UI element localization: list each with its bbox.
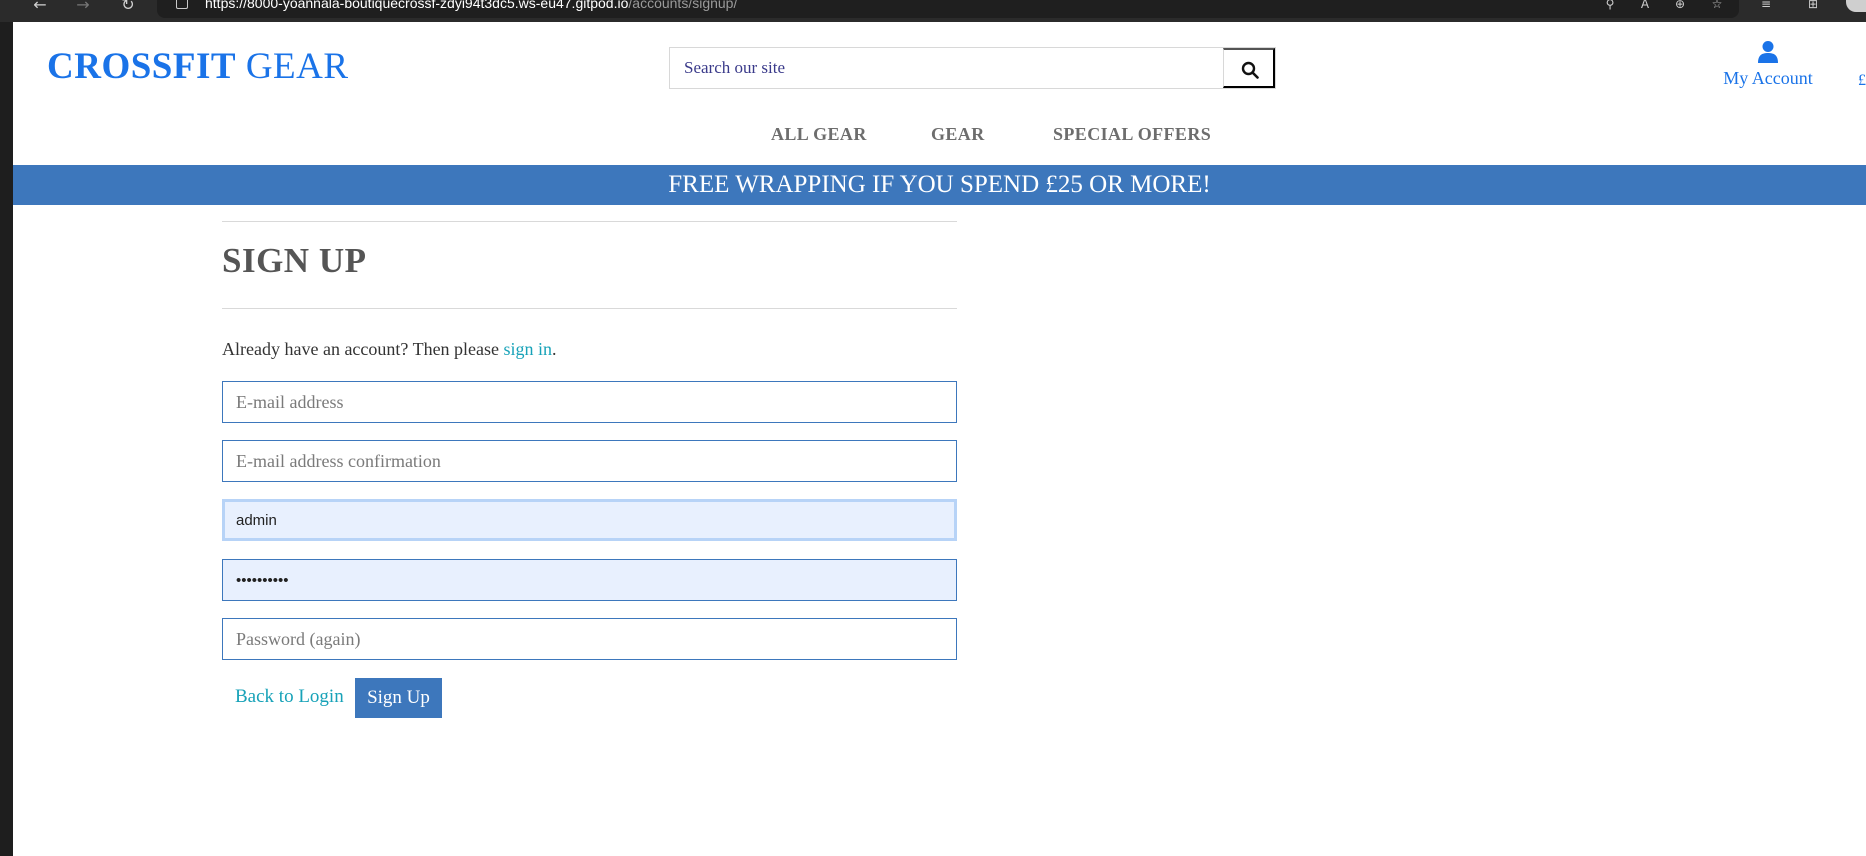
signin-prompt: Already have an account? Then please sig… <box>222 339 557 360</box>
promo-banner: FREE WRAPPING IF YOU SPEND £25 OR MORE! <box>13 165 1866 205</box>
url-path: /accounts/signup/ <box>628 0 738 11</box>
search-form <box>669 47 1276 89</box>
zoom-icon[interactable]: ⊕ <box>1672 0 1688 10</box>
search-button[interactable] <box>1223 48 1275 88</box>
email-confirmation-field[interactable] <box>222 440 957 482</box>
bag-total[interactable]: £ <box>1858 72 1866 90</box>
collections-icon[interactable]: ⊞ <box>1805 0 1821 10</box>
back-to-login-link[interactable]: Back to Login <box>235 686 344 708</box>
brand-bold: CROSSFIT <box>47 46 237 87</box>
username-field[interactable] <box>222 499 957 541</box>
nav-special-offers[interactable]: SPECIAL OFFERS <box>1053 124 1211 145</box>
sign-up-button[interactable]: Sign Up <box>355 678 442 718</box>
my-account-label: My Account <box>1723 68 1813 88</box>
key-icon[interactable]: ⚲ <box>1602 0 1618 10</box>
brand-light: GEAR <box>245 46 349 87</box>
password-again-field[interactable] <box>222 618 957 660</box>
password-field[interactable] <box>222 559 957 601</box>
sign-in-link[interactable]: sign in <box>504 339 553 359</box>
main-nav: ALL GEAR GEAR SPECIAL OFFERS <box>0 124 1866 144</box>
search-input[interactable] <box>670 48 1223 88</box>
site-logo[interactable]: CROSSFIT GEAR <box>47 45 349 88</box>
read-aloud-icon[interactable]: A <box>1637 0 1653 10</box>
signin-prompt-text: Already have an account? Then please <box>222 339 504 359</box>
browser-toolbar: ← → ↻ https://8000-yoannala-boutiquecros… <box>0 0 1866 22</box>
nav-gear[interactable]: GEAR <box>931 124 985 145</box>
email-field[interactable] <box>222 381 957 423</box>
divider-bottom <box>222 308 957 309</box>
user-icon <box>1758 41 1778 63</box>
favorites-list-icon[interactable]: ≡ <box>1758 0 1774 10</box>
search-icon <box>1241 61 1259 79</box>
nav-all-gear[interactable]: ALL GEAR <box>771 124 867 145</box>
divider-top <box>222 221 957 222</box>
profile-avatar[interactable] <box>1846 0 1866 12</box>
signin-prompt-end: . <box>552 339 557 359</box>
forward-arrow-icon[interactable]: → <box>73 0 93 13</box>
page-title: SIGN UP <box>222 241 367 280</box>
url-text[interactable]: https://8000-yoannala-boutiquecrossf-zdy… <box>205 0 737 11</box>
reload-icon[interactable]: ↻ <box>118 0 138 13</box>
my-account-link[interactable]: My Account <box>1718 40 1818 89</box>
lock-icon[interactable] <box>176 0 188 9</box>
back-arrow-icon[interactable]: ← <box>30 0 50 13</box>
favorite-star-icon[interactable]: ☆ <box>1709 0 1725 10</box>
window-edge <box>0 22 13 856</box>
url-host: https://8000-yoannala-boutiquecrossf-zdy… <box>205 0 629 11</box>
